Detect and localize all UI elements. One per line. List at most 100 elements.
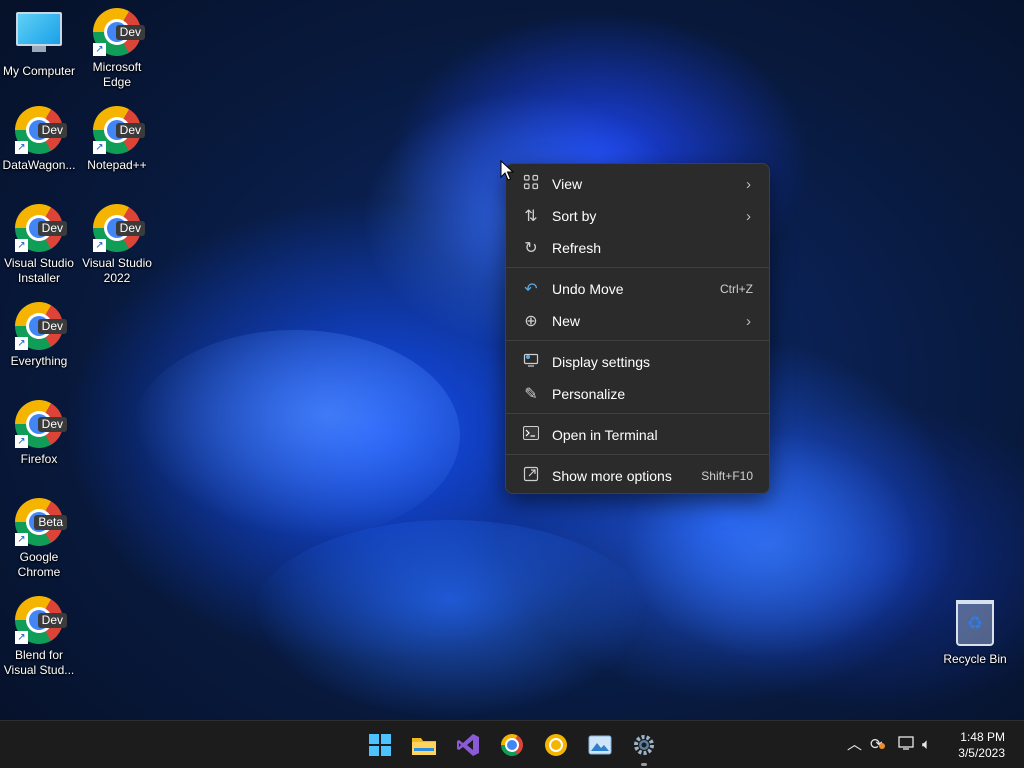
menu-item-personalize[interactable]: ✎ Personalize	[510, 379, 765, 409]
chevron-up-icon[interactable]: ︿	[847, 735, 862, 753]
shortcut-arrow-icon: ↗	[15, 239, 28, 252]
chrome-icon	[501, 734, 523, 756]
channel-badge: Dev	[37, 417, 67, 432]
clock-date: 3/5/2023	[958, 746, 1005, 760]
menu-item-label: Open in Terminal	[552, 427, 658, 443]
desktop-icon-label: Blend for Visual Stud...	[3, 648, 75, 677]
wallpaper-swirl	[250, 520, 650, 720]
sort-icon: ⇅	[524, 208, 538, 225]
menu-separator	[506, 340, 769, 341]
channel-badge: Dev	[115, 123, 145, 138]
taskbar-chrome[interactable]	[496, 729, 528, 761]
settings-icon	[634, 735, 654, 755]
desktop-icon-firefox[interactable]: Dev ↗ Firefox	[0, 400, 78, 467]
menu-item-label: Refresh	[552, 240, 602, 256]
chrome-dev-icon: Dev ↗	[15, 106, 67, 154]
desktop-icon-label: Firefox	[20, 452, 58, 466]
menu-item-show-more-options[interactable]: Show more options Shift+F10	[510, 461, 765, 491]
channel-badge: Dev	[115, 221, 145, 236]
shortcut-arrow-icon: ↗	[15, 631, 28, 644]
menu-item-undo-move[interactable]: ↶ Undo Move Ctrl+Z	[510, 274, 765, 304]
menu-item-shortcut: Ctrl+Z	[720, 282, 753, 296]
shortcut-arrow-icon: ↗	[93, 43, 106, 56]
desktop-icon-everything[interactable]: Dev ↗ Everything	[0, 302, 78, 369]
taskbar-file-explorer[interactable]	[408, 729, 440, 761]
plus-circle-icon: ⊕	[524, 313, 538, 330]
desktop-icon-my-computer[interactable]: My Computer	[0, 8, 78, 79]
chrome-dev-icon: Dev ↗	[15, 302, 67, 350]
taskbar-settings[interactable]	[628, 729, 660, 766]
desktop-context-menu: View › ⇅ Sort by › ↻ Refresh ↶ Undo Move…	[505, 163, 770, 494]
start-button[interactable]	[364, 729, 396, 761]
undo-icon: ↶	[524, 281, 538, 298]
menu-item-refresh[interactable]: ↻ Refresh	[510, 233, 765, 263]
file-explorer-icon	[412, 738, 436, 755]
mouse-cursor-icon	[500, 160, 514, 181]
desktop-icon-label: Google Chrome	[17, 550, 61, 579]
pen-icon: ✎	[524, 386, 538, 403]
clock-time: 1:48 PM	[960, 730, 1005, 744]
shortcut-arrow-icon: ↗	[15, 141, 28, 154]
shortcut-arrow-icon: ↗	[93, 141, 106, 154]
desktop-icon-label: Visual Studio Installer	[4, 256, 74, 285]
menu-item-open-in-terminal[interactable]: Open in Terminal	[510, 420, 765, 450]
chrome-dev-icon: Dev ↗	[93, 8, 145, 56]
shortcut-arrow-icon: ↗	[15, 435, 28, 448]
menu-item-label: Show more options	[552, 468, 672, 484]
recycle-bin-icon: ♻	[951, 600, 999, 648]
channel-badge: Dev	[37, 221, 67, 236]
desktop-icon-visual-studio-installer[interactable]: Dev ↗ Visual Studio Installer	[0, 204, 78, 286]
channel-badge: Dev	[115, 25, 145, 40]
taskbar-photos[interactable]	[584, 729, 616, 761]
volume-icon[interactable]: 🔈︎	[922, 735, 931, 753]
menu-separator	[506, 267, 769, 268]
menu-item-sort-by[interactable]: ⇅ Sort by ›	[510, 201, 765, 231]
desktop-icon-label: Visual Studio 2022	[82, 256, 152, 285]
menu-item-label: Sort by	[552, 208, 597, 224]
channel-badge: Dev	[37, 319, 67, 334]
shortcut-arrow-icon: ↗	[15, 533, 28, 546]
desktop-icon-datawagon[interactable]: Dev ↗ DataWagon...	[0, 106, 78, 173]
my-computer-icon	[15, 12, 63, 60]
channel-badge: Beta	[34, 515, 67, 530]
chrome-dev-icon: Dev ↗	[15, 204, 67, 252]
terminal-icon	[510, 425, 552, 445]
chevron-right-icon: ›	[746, 175, 751, 193]
chrome-beta-icon: Beta ↗	[15, 498, 67, 546]
chevron-right-icon: ›	[746, 207, 751, 225]
menu-item-display-settings[interactable]: Display settings	[510, 347, 765, 377]
desktop-icon-google-chrome[interactable]: Beta ↗ Google Chrome	[0, 498, 78, 580]
desktop-icon-visual-studio-2022[interactable]: Dev ↗ Visual Studio 2022	[78, 204, 156, 286]
menu-separator	[506, 413, 769, 414]
desktop-icon-label: DataWagon...	[2, 158, 76, 172]
running-indicator	[641, 763, 647, 766]
chrome-dev-icon: Dev ↗	[93, 106, 145, 154]
desktop-icon-label: Everything	[10, 354, 68, 368]
desktop-icon-recycle-bin[interactable]: ♻ Recycle Bin	[936, 596, 1014, 667]
taskbar-chrome-canary[interactable]	[540, 729, 572, 761]
desktop-icon-microsoft-edge[interactable]: Dev ↗ Microsoft Edge	[78, 8, 156, 90]
menu-item-label: View	[552, 176, 583, 192]
desktop-icon-notepad-plus-plus[interactable]: Dev ↗ Notepad++	[78, 106, 156, 173]
more-options-icon	[510, 466, 552, 487]
photos-icon	[588, 735, 612, 755]
refresh-icon: ↻	[524, 240, 538, 257]
grid-icon	[510, 174, 552, 195]
chrome-dev-icon: Dev ↗	[15, 400, 67, 448]
wallpaper-swirl	[130, 330, 460, 540]
system-clock[interactable]: 1:48 PM 3/5/2023	[958, 729, 1005, 761]
shortcut-arrow-icon: ↗	[15, 337, 28, 350]
menu-item-view[interactable]: View ›	[510, 169, 765, 199]
taskbar-visual-studio[interactable]	[452, 729, 484, 761]
menu-item-new[interactable]: ⊕ New ›	[510, 306, 765, 336]
update-sync-icon[interactable]: ⟳	[870, 735, 885, 753]
menu-separator	[506, 454, 769, 455]
menu-item-label: New	[552, 313, 581, 329]
network-icon[interactable]	[898, 735, 916, 755]
display-icon	[510, 352, 552, 373]
chrome-dev-icon: Dev ↗	[15, 596, 67, 644]
channel-badge: Dev	[37, 613, 67, 628]
chrome-dev-icon: Dev ↗	[93, 204, 145, 252]
desktop-icon-blend-for-visual-studio[interactable]: Dev ↗ Blend for Visual Stud...	[0, 596, 78, 678]
chevron-right-icon: ›	[746, 312, 751, 330]
